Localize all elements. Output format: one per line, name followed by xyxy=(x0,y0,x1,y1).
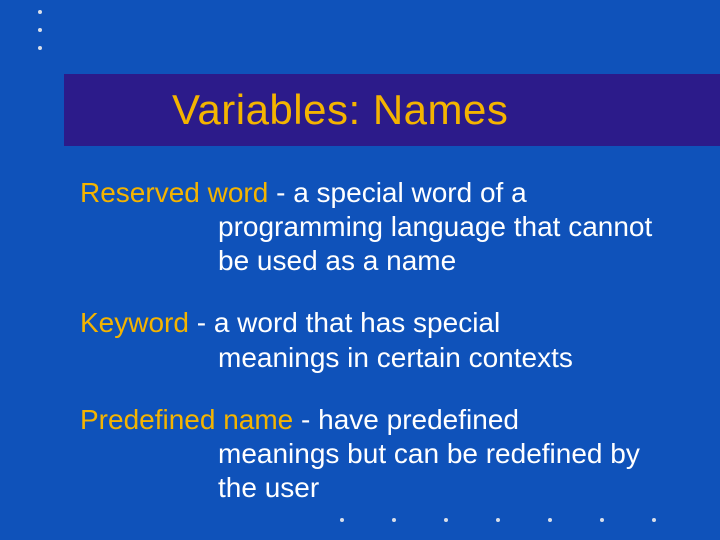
definition-text: - a special word of a xyxy=(268,177,526,208)
definition-text: - have predefined xyxy=(293,404,519,435)
definition-continuation: meanings but can be redefined by the use… xyxy=(80,437,684,505)
dot-icon xyxy=(340,518,344,522)
decorative-dots-bottom xyxy=(340,518,656,522)
term-label: Predefined name xyxy=(80,404,293,435)
term-label: Keyword xyxy=(80,307,189,338)
dot-icon xyxy=(38,28,42,32)
dot-icon xyxy=(600,518,604,522)
dot-icon xyxy=(496,518,500,522)
dot-icon xyxy=(444,518,448,522)
definition-item: Keyword - a word that has special meanin… xyxy=(80,306,684,374)
dot-icon xyxy=(38,46,42,50)
decorative-dots-top xyxy=(38,10,42,50)
definition-continuation: meanings in certain contexts xyxy=(80,341,684,375)
title-bar: Variables: Names xyxy=(64,74,720,146)
dot-icon xyxy=(652,518,656,522)
slide-title: Variables: Names xyxy=(172,86,508,134)
dot-icon xyxy=(548,518,552,522)
definition-text: - a word that has special xyxy=(189,307,500,338)
slide: Variables: Names Reserved word - a speci… xyxy=(0,0,720,540)
definition-item: Predefined name - have predefined meanin… xyxy=(80,403,684,505)
dot-icon xyxy=(392,518,396,522)
dot-icon xyxy=(38,10,42,14)
definition-continuation: programming language that cannot be used… xyxy=(80,210,684,278)
definition-item: Reserved word - a special word of a prog… xyxy=(80,176,684,278)
term-label: Reserved word xyxy=(80,177,268,208)
slide-body: Reserved word - a special word of a prog… xyxy=(80,176,684,533)
